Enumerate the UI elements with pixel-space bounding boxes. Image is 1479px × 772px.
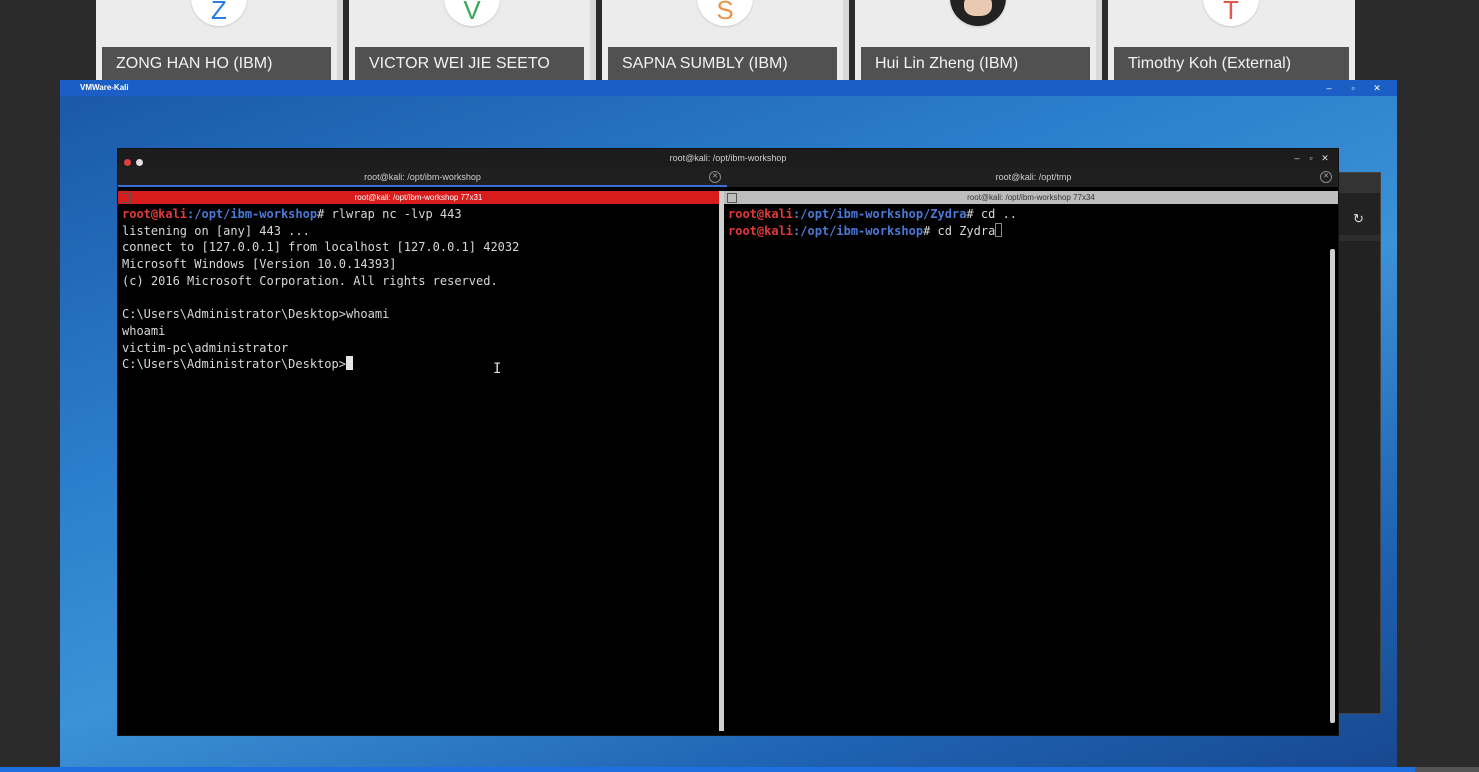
participant-photo xyxy=(950,0,1006,26)
command-output: listening on [any] 443 ... connect to [1… xyxy=(122,223,520,355)
terminal-window: root@kali: /opt/ibm-workshop – ▫ ✕ root@ka… xyxy=(117,148,1339,736)
pane-bar-label: root@kali: /opt/ibm-workshop 77x34 xyxy=(967,193,1095,202)
prompt-user: root@kali xyxy=(122,207,188,221)
participants-strip: Z ZONG HAN HO (IBM) V VICTOR WEI JIE SEE… xyxy=(96,0,1361,80)
tab-ibm-workshop[interactable]: root@kali: /opt/ibm-workshop ✕ xyxy=(118,167,727,187)
vm-window: VMWare-Kali – ▫ ✕ ↻ root@kali: /opt/ibm-wo… xyxy=(60,80,1397,772)
video-progress-fill xyxy=(0,767,1416,772)
terminal-pane-right[interactable]: root@kali: /opt/ibm-workshop 77x34 root@… xyxy=(724,191,1338,731)
pane-icon xyxy=(121,193,131,203)
participant-tile[interactable]: Z ZONG HAN HO (IBM) xyxy=(96,0,343,80)
participant-name: VICTOR WEI JIE SEETO xyxy=(355,47,584,80)
participant-tile[interactable]: S SAPNA SUMBLY (IBM) xyxy=(602,0,849,80)
current-prompt: C:\Users\Administrator\Desktop> xyxy=(122,357,346,372)
participant-avatar: S xyxy=(697,0,753,26)
white-dot-icon[interactable] xyxy=(136,159,143,166)
pane-bar-right: root@kali: /opt/ibm-workshop 77x34 xyxy=(724,191,1338,204)
participant-avatar: T xyxy=(1203,0,1259,26)
scrollbar[interactable] xyxy=(1330,249,1335,723)
terminal-maximize-button[interactable]: ▫ xyxy=(1304,149,1318,167)
participant-tile[interactable]: Hui Lin Zheng (IBM) xyxy=(855,0,1102,80)
divider xyxy=(1337,235,1380,241)
participant-name: ZONG HAN HO (IBM) xyxy=(102,47,331,80)
close-tab-icon[interactable]: ✕ xyxy=(1320,171,1332,183)
minimize-button[interactable]: – xyxy=(1317,80,1341,96)
participant-avatar: V xyxy=(444,0,500,26)
participant-name: Timothy Koh (External) xyxy=(1114,47,1349,80)
pane-icon xyxy=(727,193,737,203)
terminal-tabs: root@kali: /opt/ibm-workshop ✕ root@kali… xyxy=(118,167,1338,187)
video-progress-track[interactable] xyxy=(0,767,1479,772)
text-cursor xyxy=(345,356,353,371)
ibeam-cursor-icon: I xyxy=(493,361,502,377)
terminal-title-bar[interactable]: root@kali: /opt/ibm-workshop – ▫ ✕ xyxy=(118,149,1338,167)
participant-avatar: Z xyxy=(191,0,247,26)
pane-bar-label: root@kali: /opt/ibm-workshop 77x31 xyxy=(354,193,483,202)
close-tab-icon[interactable]: ✕ xyxy=(709,171,721,183)
red-dot-icon[interactable] xyxy=(124,159,131,166)
terminal-output-left[interactable]: root@kali:/opt/ibm-workshop# rlwrap nc -… xyxy=(118,204,719,375)
maximize-button[interactable]: ▫ xyxy=(1341,80,1365,96)
participant-tile[interactable]: T Timothy Koh (External) xyxy=(1108,0,1355,80)
refresh-icon[interactable]: ↻ xyxy=(1353,211,1369,227)
command-text: # cd .. xyxy=(966,207,1017,221)
text-cursor xyxy=(995,222,1003,237)
command-text: # rlwrap nc -lvp 443 xyxy=(317,207,462,221)
participant-name: Hui Lin Zheng (IBM) xyxy=(861,47,1090,80)
participant-tile[interactable]: V VICTOR WEI JIE SEETO xyxy=(349,0,596,80)
background-window[interactable]: ↻ xyxy=(1336,172,1381,714)
vm-title-bar[interactable]: VMWare-Kali – ▫ ✕ xyxy=(60,80,1397,96)
vm-title: VMWare-Kali xyxy=(80,83,129,92)
prompt-user: root@kali xyxy=(728,223,794,238)
tab-label: root@kali: /opt/tmp xyxy=(995,172,1072,182)
close-button[interactable]: ✕ xyxy=(1365,80,1389,96)
terminal-pane-left[interactable]: root@kali: /opt/ibm-workshop 77x31 root@… xyxy=(118,191,719,731)
prompt-path: :/opt/ibm-workshop xyxy=(187,207,318,221)
prompt-user: root@kali xyxy=(728,207,794,221)
pane-bar-left: root@kali: /opt/ibm-workshop 77x31 xyxy=(118,191,719,204)
command-text: # cd Zydra xyxy=(923,223,996,238)
terminal-output-right[interactable]: root@kali:/opt/ibm-workshop/Zydra# cd ..… xyxy=(724,204,1338,241)
terminal-close-button[interactable]: ✕ xyxy=(1318,149,1332,167)
prompt-path: :/opt/ibm-workshop xyxy=(793,223,924,238)
tab-label: root@kali: /opt/ibm-workshop xyxy=(364,172,481,182)
terminal-minimize-button[interactable]: – xyxy=(1290,149,1304,167)
prompt-path: :/opt/ibm-workshop/Zydra xyxy=(793,207,967,221)
tab-tmp[interactable]: root@kali: /opt/tmp ✕ xyxy=(729,167,1338,187)
participant-name: SAPNA SUMBLY (IBM) xyxy=(608,47,837,80)
background-window-bar xyxy=(1337,173,1380,193)
terminal-title: root@kali: /opt/ibm-workshop xyxy=(669,153,787,163)
